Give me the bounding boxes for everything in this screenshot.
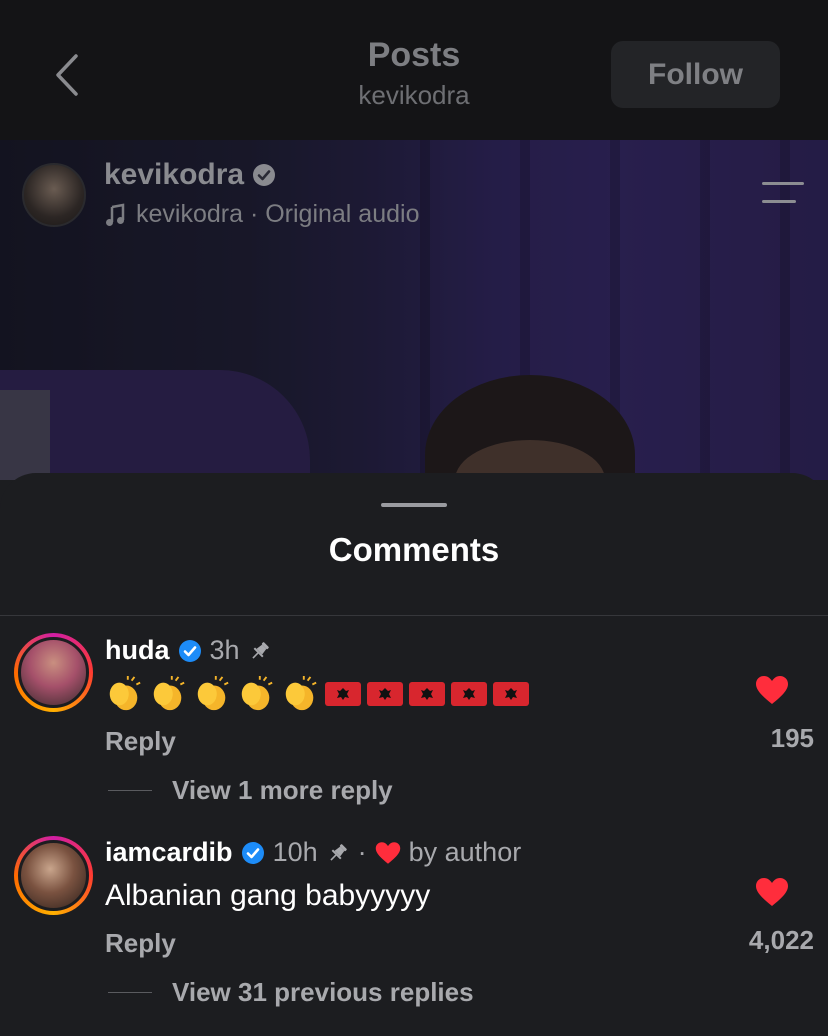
comment-time: 10h [272,837,318,867]
comment-username[interactable]: iamcardib [105,837,233,868]
clap-emoji-icon [153,675,185,711]
albania-flag-icon [325,682,361,706]
clap-emoji-icon [197,675,229,711]
albania-flag-icon [493,682,529,706]
view-replies-label: View 31 previous replies [172,977,474,1007]
separator-dot: · [357,837,367,867]
heart-icon[interactable] [755,877,789,907]
clap-emoji-icon [285,675,317,711]
comment-text: Albanian gang babyyyyy [105,879,431,912]
post-author-username: kevikodra [104,158,245,191]
heart-icon[interactable] [755,675,789,705]
comment-avatar[interactable] [14,836,93,915]
comment-time: 3h [209,635,240,665]
view-replies-label: View 1 more reply [172,775,393,805]
view-replies-button[interactable]: View 1 more reply [108,775,393,806]
pin-icon [329,843,347,861]
verified-badge-icon [253,164,276,186]
reply-thread-line [108,992,152,993]
like-count: 195 [770,723,814,753]
post-author-avatar[interactable] [22,163,86,227]
comment-header: iamcardib 10h · by author [105,837,521,868]
view-replies-button[interactable]: View 31 previous replies [108,977,474,1008]
comments-title: Comments [328,531,500,568]
like-count: 4,022 [748,925,814,955]
post-author[interactable]: kevikodra [104,158,276,192]
pin-icon [251,641,269,659]
liked-by-author-label: by author [408,837,522,867]
post-audio-label: kevikodra · Original audio [136,200,420,228]
top-nav-bar: Posts kevikodra Follow [0,0,828,140]
reply-thread-line [108,790,152,791]
verified-badge-icon [241,841,264,864]
heart-icon [375,841,400,864]
menu-lines-icon[interactable] [762,180,804,206]
reply-button[interactable]: Reply [105,726,176,757]
sheet-grabber[interactable] [381,503,447,507]
reply-button[interactable]: Reply [105,928,176,959]
comment-text [105,675,529,713]
albania-flag-icon [451,682,487,706]
comment-avatar[interactable] [14,633,93,712]
verified-badge-icon [178,639,201,662]
music-note-icon [106,203,125,226]
comment-header: huda 3h [105,635,272,666]
divider [0,615,828,616]
albania-flag-icon [409,682,445,706]
post-audio[interactable]: kevikodra · Original audio [104,200,419,229]
clap-emoji-icon [241,675,273,711]
albania-flag-icon [367,682,403,706]
comment-username[interactable]: huda [105,635,170,666]
clap-emoji-icon [109,675,141,711]
comments-sheet: Comments huda 3h Reply 195 View 1 more r… [0,473,828,1036]
follow-button[interactable]: Follow [611,41,780,108]
